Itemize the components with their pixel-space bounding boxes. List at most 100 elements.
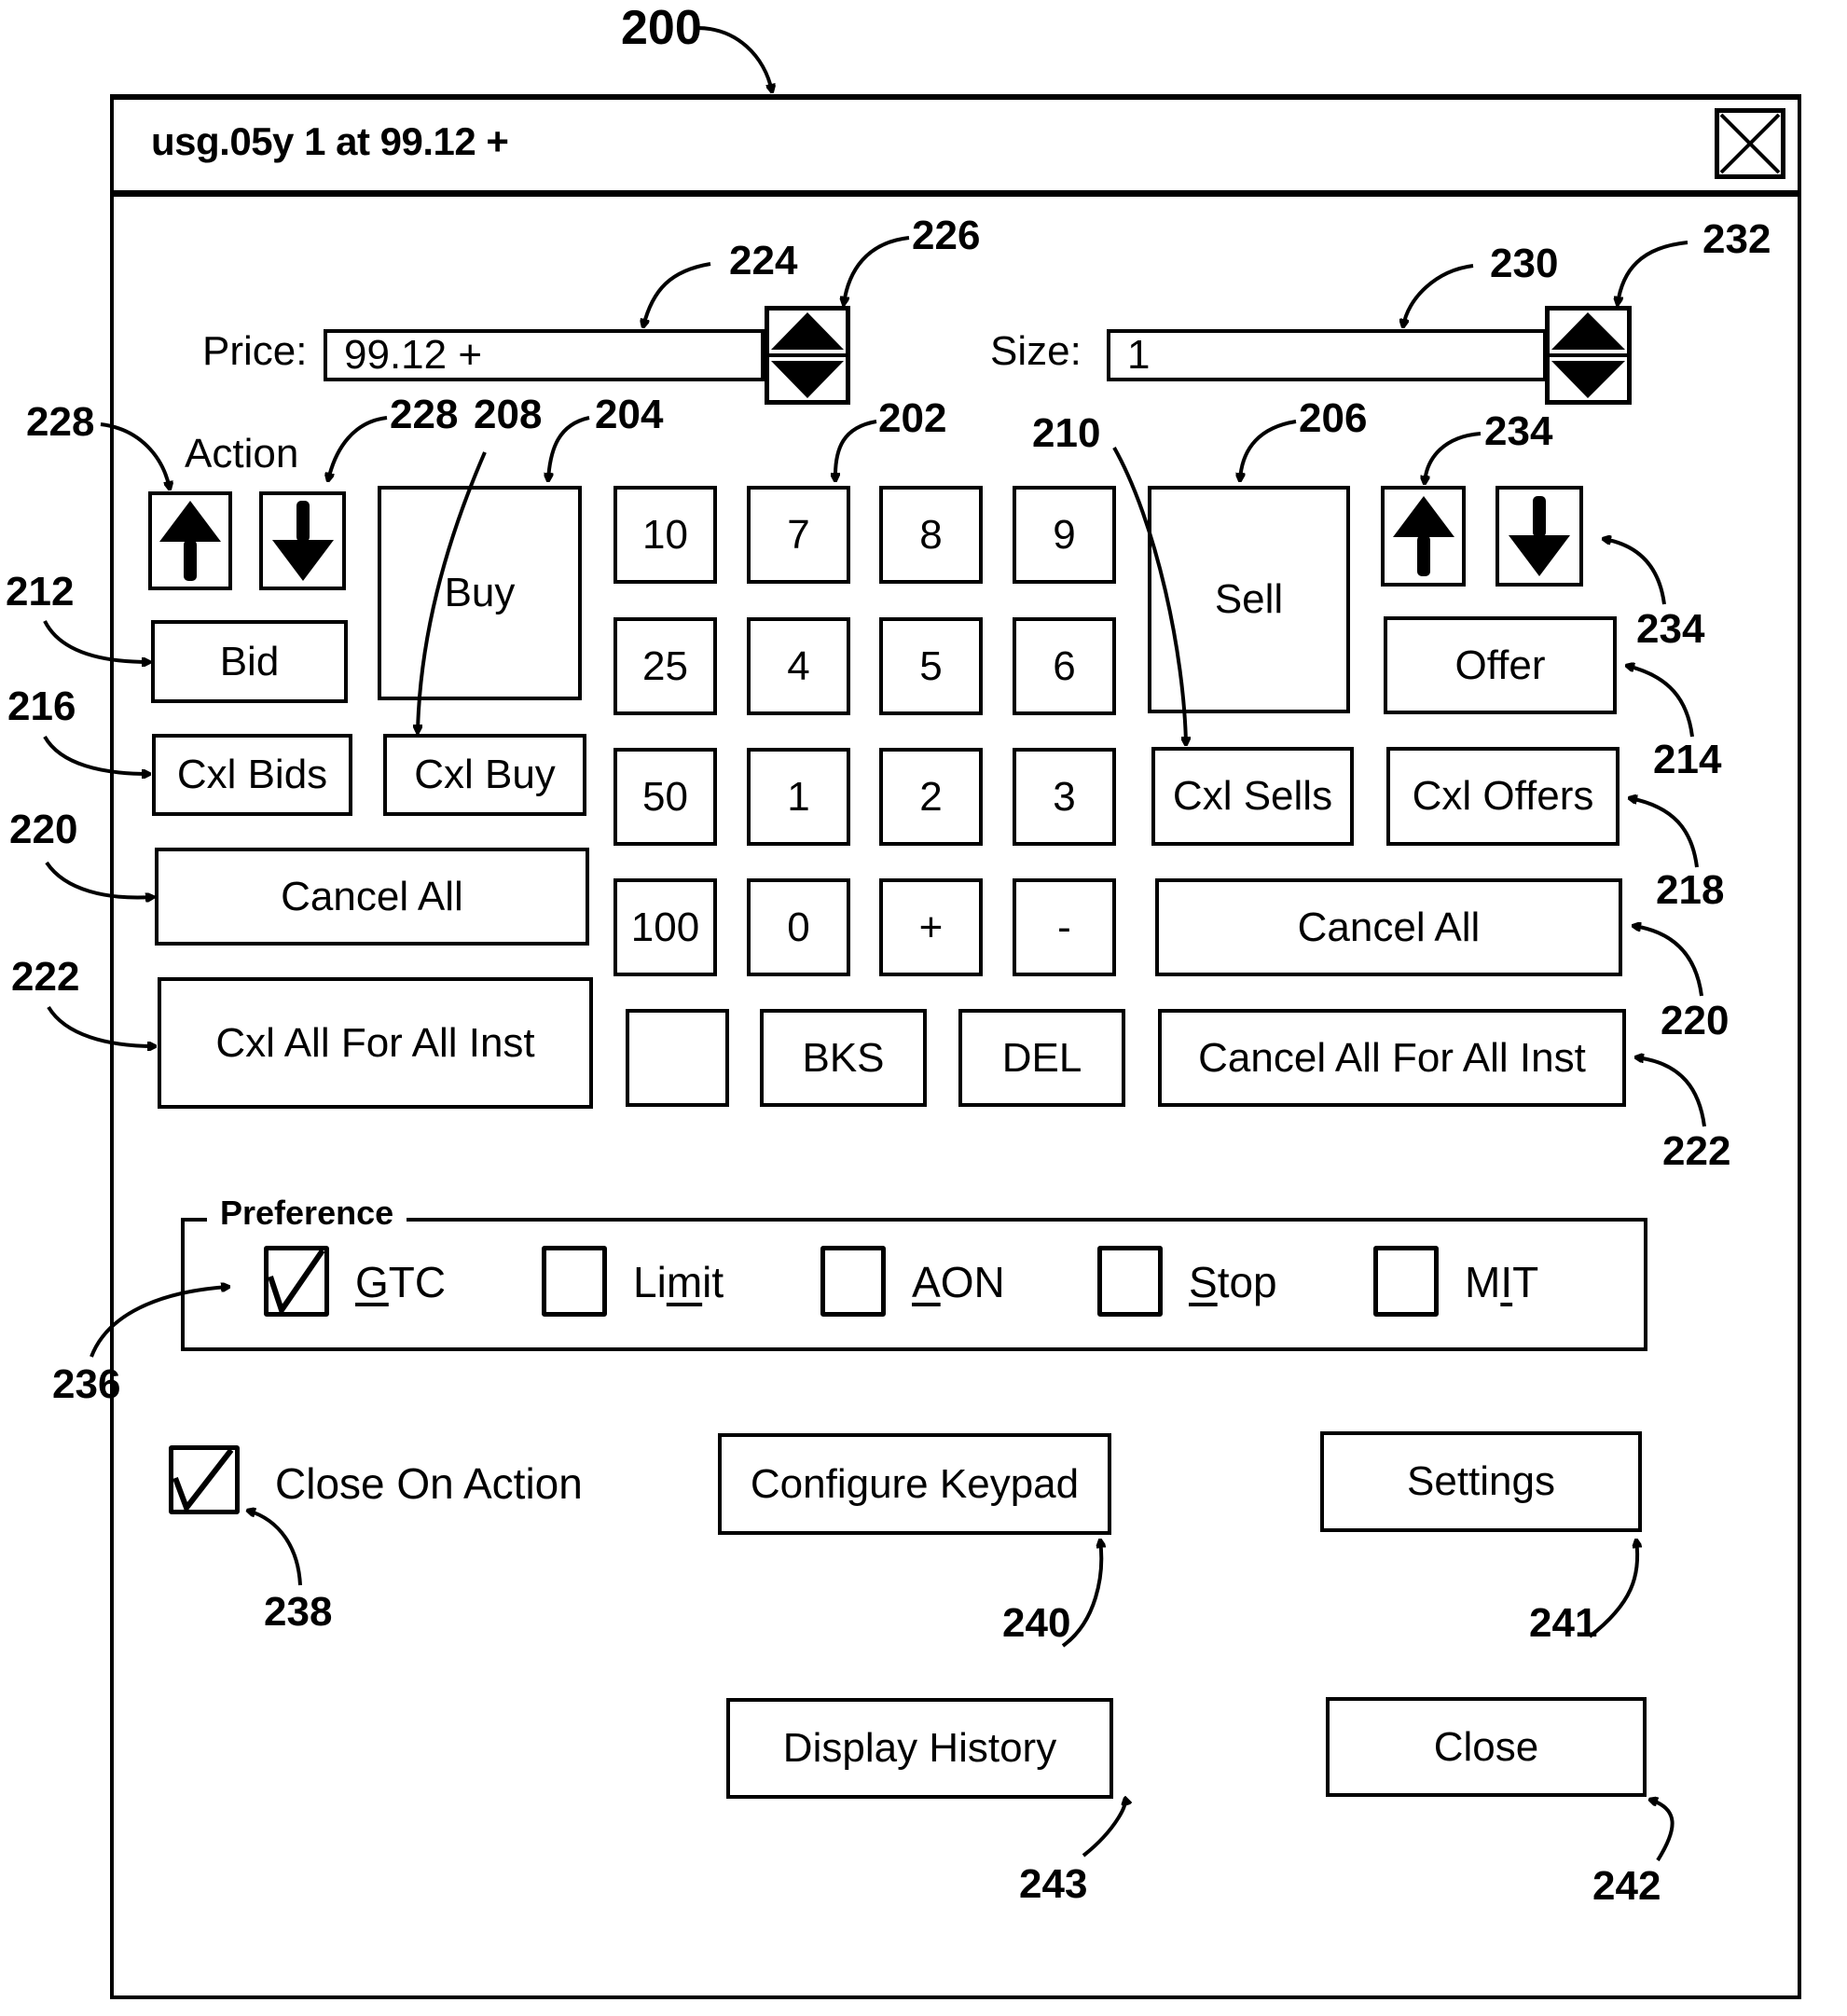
keypad-key-blank[interactable] <box>626 1009 729 1107</box>
sell-button[interactable]: Sell <box>1148 486 1350 713</box>
callout-238: 238 <box>264 1589 333 1635</box>
mnemonic-letter: m <box>666 1258 703 1306</box>
callout-210: 210 <box>1032 410 1101 456</box>
close-button[interactable]: Close <box>1326 1697 1647 1797</box>
spinner-up-down-icon <box>1550 312 1627 398</box>
callout-206: 206 <box>1299 395 1368 441</box>
callout-212: 212 <box>6 569 75 614</box>
cxl-all-for-all-inst-button[interactable]: Cxl All For All Inst <box>158 977 593 1109</box>
callout-240: 240 <box>1002 1600 1071 1646</box>
keypad-key-bks[interactable]: BKS <box>760 1009 927 1107</box>
buy-button[interactable]: Buy <box>378 486 582 700</box>
keypad-key[interactable]: + <box>879 878 983 976</box>
keypad-key[interactable]: 100 <box>613 878 717 976</box>
bid-button[interactable]: Bid <box>151 620 348 703</box>
arrow-up-icon <box>159 501 221 581</box>
callout-224: 224 <box>729 238 798 283</box>
mnemonic-letter: I <box>1500 1258 1513 1306</box>
callout-242: 242 <box>1592 1863 1661 1909</box>
callout-220-right: 220 <box>1661 998 1730 1043</box>
cxl-sells-button[interactable]: Cxl Sells <box>1151 747 1354 846</box>
offer-button[interactable]: Offer <box>1384 616 1617 714</box>
callout-202: 202 <box>878 395 947 441</box>
preference-option-label: MIT <box>1465 1258 1539 1306</box>
cancel-all-bids-button[interactable]: Cancel All <box>155 848 589 946</box>
keypad-key-del[interactable]: DEL <box>958 1009 1125 1107</box>
size-value: 1 <box>1127 332 1151 378</box>
keypad-key[interactable]: 50 <box>613 748 717 846</box>
preference-label: Preference <box>207 1194 407 1233</box>
spinner-down-icon <box>771 361 844 398</box>
price-spinner[interactable] <box>765 306 850 405</box>
keypad-key[interactable]: 8 <box>879 486 983 584</box>
display-history-button[interactable]: Display History <box>726 1698 1113 1799</box>
size-label: Size: <box>990 328 1082 374</box>
keypad-key[interactable]: 0 <box>747 878 850 976</box>
cxl-bids-button[interactable]: Cxl Bids <box>152 734 352 816</box>
mnemonic-letter: S <box>1189 1258 1218 1306</box>
price-value: 99.12 + <box>344 332 483 378</box>
keypad-key[interactable]: 9 <box>1013 486 1116 584</box>
cxl-buy-button[interactable]: Cxl Buy <box>383 734 586 816</box>
callout-200: 200 <box>621 1 702 55</box>
callout-226: 226 <box>912 213 981 258</box>
close-on-action-label: Close On Action <box>275 1459 583 1508</box>
action-label: Action <box>185 431 299 476</box>
cxl-offers-button[interactable]: Cxl Offers <box>1386 747 1620 846</box>
callout-218: 218 <box>1656 867 1725 913</box>
keypad-key[interactable]: 2 <box>879 748 983 846</box>
preference-checkbox[interactable] <box>264 1246 329 1317</box>
window-title: usg.05y 1 at 99.12 + <box>151 119 509 163</box>
preference-checkbox[interactable] <box>820 1246 886 1317</box>
callout-230: 230 <box>1490 241 1559 286</box>
offer-price-down-button[interactable] <box>1496 486 1583 587</box>
callout-214: 214 <box>1653 737 1722 782</box>
close-x-icon <box>1719 113 1781 174</box>
keypad-key[interactable]: 3 <box>1013 748 1116 846</box>
cancel-all-for-all-inst-button[interactable]: Cancel All For All Inst <box>1158 1009 1626 1107</box>
checkmark-icon <box>268 1249 325 1317</box>
preference-option-label: GTC <box>355 1258 447 1306</box>
arrow-up-icon <box>1392 496 1454 576</box>
callout-243: 243 <box>1019 1861 1088 1907</box>
keypad-key[interactable]: 4 <box>747 617 850 715</box>
keypad-key[interactable]: 1 <box>747 748 850 846</box>
keypad-key[interactable]: 10 <box>613 486 717 584</box>
callout-216: 216 <box>7 684 76 729</box>
callout-220-left: 220 <box>9 807 78 852</box>
preference-option-label: Stop <box>1189 1258 1277 1306</box>
keypad-key[interactable]: 25 <box>613 617 717 715</box>
price-label: Price: <box>202 328 308 374</box>
settings-button[interactable]: Settings <box>1320 1431 1642 1532</box>
callout-222-right: 222 <box>1662 1128 1731 1174</box>
callout-228-right: 228 <box>390 392 459 437</box>
callout-232: 232 <box>1702 216 1771 262</box>
preference-checkbox[interactable] <box>1097 1246 1163 1317</box>
offer-price-up-button[interactable] <box>1381 486 1466 587</box>
keypad-key[interactable]: 7 <box>747 486 850 584</box>
close-window-button[interactable] <box>1715 108 1785 179</box>
keypad-key[interactable]: - <box>1013 878 1116 976</box>
preference-checkbox[interactable] <box>1373 1246 1439 1317</box>
mnemonic-letter: G <box>355 1258 389 1306</box>
mnemonic-letter: A <box>912 1258 941 1306</box>
bid-price-down-button[interactable] <box>259 491 346 590</box>
callout-228-left: 228 <box>26 399 95 445</box>
size-spinner[interactable] <box>1545 306 1632 405</box>
price-input[interactable]: 99.12 + <box>324 329 765 381</box>
arrow-down-icon <box>1509 496 1570 576</box>
callout-236: 236 <box>52 1361 121 1407</box>
callout-204: 204 <box>595 392 664 437</box>
size-input[interactable]: 1 <box>1107 329 1547 381</box>
cancel-all-offers-button[interactable]: Cancel All <box>1155 878 1622 976</box>
callout-234-right: 234 <box>1636 606 1705 652</box>
configure-keypad-button[interactable]: Configure Keypad <box>718 1433 1111 1535</box>
preference-checkbox[interactable] <box>542 1246 607 1317</box>
keypad-key[interactable]: 6 <box>1013 617 1116 715</box>
bid-price-up-button[interactable] <box>148 491 232 590</box>
keypad-key[interactable]: 5 <box>879 617 983 715</box>
close-on-action-checkbox[interactable] <box>169 1445 240 1514</box>
preference-option-label: Limit <box>633 1258 724 1306</box>
callout-222-left: 222 <box>11 954 80 1000</box>
leader-200 <box>696 26 772 91</box>
